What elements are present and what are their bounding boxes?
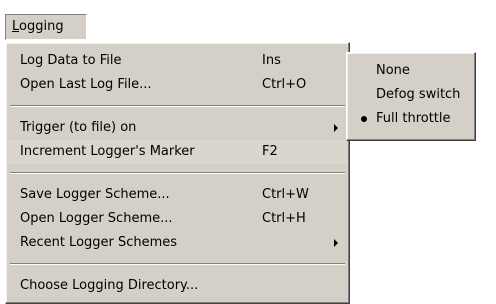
menu-separator xyxy=(10,263,345,265)
radio-bullet-icon xyxy=(361,116,367,122)
menu-item-label: Save Logger Scheme... xyxy=(20,187,170,202)
submenu-item-label: None xyxy=(376,63,410,78)
menu-item-trigger-on[interactable]: Trigger (to file) on xyxy=(8,116,347,140)
submenu-arrow-icon xyxy=(334,124,338,132)
menu-item-shortcut: Ctrl+W xyxy=(262,187,309,202)
menu-item-label: Log Data to File xyxy=(20,53,122,68)
submenu-item-label: Full throttle xyxy=(376,111,451,126)
menu-item-label: Open Last Log File... xyxy=(20,77,152,92)
menu-logging-title[interactable]: Logging xyxy=(5,14,87,40)
submenu-arrow-icon xyxy=(334,239,338,247)
trigger-submenu: None Defog switch Full throttle xyxy=(346,52,476,141)
menu-item-choose-logging-directory[interactable]: Choose Logging Directory... xyxy=(8,274,347,298)
menu-item-label: Trigger (to file) on xyxy=(20,120,137,135)
menu-item-increment-marker[interactable]: Increment Logger's Marker F2 xyxy=(8,140,347,164)
menu-item-save-logger-scheme[interactable]: Save Logger Scheme... Ctrl+W xyxy=(8,183,347,207)
menu-separator xyxy=(10,172,345,174)
submenu-item-full-throttle[interactable]: Full throttle xyxy=(349,107,473,131)
menu-item-label: Open Logger Scheme... xyxy=(20,211,173,226)
submenu-item-label: Defog switch xyxy=(376,87,461,102)
menu-item-label: Choose Logging Directory... xyxy=(20,278,199,293)
menu-item-shortcut: Ins xyxy=(262,53,281,68)
submenu-item-defog-switch[interactable]: Defog switch xyxy=(349,83,473,107)
menu-item-shortcut: F2 xyxy=(262,144,278,159)
logging-dropdown-menu: Log Data to File Ins Open Last Log File.… xyxy=(5,42,350,304)
menu-item-label: Increment Logger's Marker xyxy=(20,144,195,159)
menu-item-label: Recent Logger Schemes xyxy=(20,235,178,250)
menu-item-open-logger-scheme[interactable]: Open Logger Scheme... Ctrl+H xyxy=(8,207,347,231)
menu-item-shortcut: Ctrl+H xyxy=(262,211,306,226)
submenu-item-none[interactable]: None xyxy=(349,59,473,83)
menu-item-shortcut: Ctrl+O xyxy=(262,77,307,92)
menu-item-open-last-log-file[interactable]: Open Last Log File... Ctrl+O xyxy=(8,73,347,97)
menu-logging-label: Logging xyxy=(12,19,64,34)
menu-item-log-data-to-file[interactable]: Log Data to File Ins xyxy=(8,49,347,73)
menu-item-recent-logger-schemes[interactable]: Recent Logger Schemes xyxy=(8,231,347,255)
menu-separator xyxy=(10,105,345,107)
